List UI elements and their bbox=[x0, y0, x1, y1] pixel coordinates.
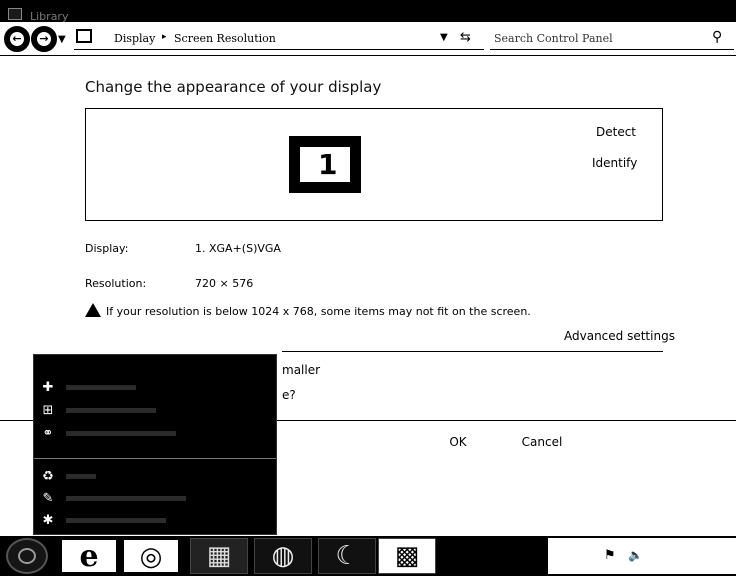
taskbar: e ◎ ▦ ◍ ☾ ▩ ⚑ 🔈 bbox=[0, 536, 736, 576]
forward-arrow-icon: → bbox=[39, 32, 49, 45]
detect-button[interactable]: Detect bbox=[596, 125, 636, 139]
breadcrumb-screen-resolution[interactable]: Screen Resolution bbox=[174, 32, 276, 45]
display-label: Display: bbox=[85, 242, 129, 255]
address-dropdown-chevron-down-icon[interactable]: ▼ bbox=[440, 32, 448, 43]
start-button[interactable] bbox=[6, 538, 48, 574]
divider bbox=[282, 351, 663, 352]
start-menu-item[interactable]: ⊞ bbox=[38, 400, 274, 422]
network-icon: ⚭ bbox=[42, 426, 54, 441]
advanced-settings-link[interactable]: Advanced settings bbox=[564, 329, 675, 343]
start-menu-item[interactable]: ✱ bbox=[38, 510, 274, 532]
system-tray: ⚑ 🔈 bbox=[548, 538, 736, 574]
address-bar[interactable]: Display ▸ Screen Resolution ▼ ⇆ bbox=[74, 26, 484, 50]
search-icon[interactable]: ⚲ bbox=[712, 29, 722, 45]
back-button[interactable]: ← bbox=[4, 26, 30, 52]
taskbar-app[interactable]: ◍ bbox=[254, 538, 312, 574]
control-panel-icon: ▩ bbox=[394, 541, 420, 571]
start-menu: ✚ ⊞ ⚭ ♻ ✎ ✱ bbox=[33, 354, 277, 535]
speaker-icon[interactable]: 🔈 bbox=[628, 548, 643, 562]
start-menu-item[interactable]: ♻ bbox=[38, 466, 274, 488]
windows-logo-icon bbox=[18, 548, 36, 564]
refresh-icon[interactable]: ⇆ bbox=[460, 30, 471, 45]
start-menu-divider bbox=[34, 458, 276, 459]
resolution-warning: If your resolution is below 1024 x 768, … bbox=[85, 301, 531, 318]
taskbar-moon-app[interactable]: ☾ bbox=[318, 538, 376, 574]
title-bar: Library bbox=[0, 0, 736, 23]
control-panel-icon bbox=[76, 29, 92, 43]
breadcrumb-display[interactable]: Display bbox=[114, 32, 155, 45]
explorer-icon: ▦ bbox=[206, 541, 232, 571]
tools-icon: ✎ bbox=[42, 491, 54, 506]
recycle-icon: ♻ bbox=[42, 469, 54, 484]
taskbar-media-player[interactable]: ◎ bbox=[122, 538, 180, 574]
settings-help-link[interactable]: e? bbox=[282, 388, 296, 402]
monitor-panel: 1 Detect Identify bbox=[85, 108, 663, 221]
recent-pages-chevron-down-icon[interactable]: ▼ bbox=[58, 34, 66, 45]
display-select[interactable]: 1. XGA+(S)VGA bbox=[195, 242, 281, 255]
cancel-button[interactable]: Cancel bbox=[514, 432, 570, 452]
text-size-link[interactable]: maller bbox=[282, 363, 320, 377]
monitor-number: 1 bbox=[318, 148, 338, 181]
resolution-select[interactable]: 720 × 576 bbox=[195, 277, 253, 290]
start-menu-item[interactable]: ⚭ bbox=[38, 423, 274, 445]
ok-button[interactable]: OK bbox=[440, 432, 476, 452]
library-icon bbox=[8, 8, 22, 20]
taskbar-internet-explorer[interactable]: e bbox=[60, 538, 118, 574]
start-menu-item[interactable]: ✚ bbox=[38, 377, 274, 399]
media-player-icon: ◎ bbox=[139, 542, 163, 572]
app-icon: ◍ bbox=[271, 541, 295, 571]
taskbar-explorer[interactable]: ▦ bbox=[190, 538, 248, 574]
internet-explorer-icon: e bbox=[79, 539, 99, 574]
breadcrumb-separator-icon[interactable]: ▸ bbox=[162, 32, 167, 42]
forward-button[interactable]: → bbox=[31, 26, 57, 52]
add-icon: ✚ bbox=[42, 380, 54, 395]
identify-button[interactable]: Identify bbox=[592, 156, 637, 170]
settings-icon: ✱ bbox=[42, 513, 54, 528]
warning-text: If your resolution is below 1024 x 768, … bbox=[106, 305, 531, 318]
search-box[interactable]: ⚲ bbox=[490, 26, 734, 50]
back-arrow-icon: ← bbox=[12, 32, 22, 45]
taskbar-control-panel[interactable]: ▩ bbox=[378, 538, 436, 574]
start-menu-item[interactable]: ✎ bbox=[38, 488, 274, 510]
flag-icon[interactable]: ⚑ bbox=[604, 548, 616, 563]
moon-icon: ☾ bbox=[335, 541, 359, 571]
window-icon: ⊞ bbox=[42, 403, 54, 418]
resolution-label: Resolution: bbox=[85, 277, 147, 290]
search-input[interactable] bbox=[494, 30, 704, 46]
warning-icon bbox=[85, 303, 101, 317]
monitor-icon[interactable]: 1 bbox=[289, 136, 361, 193]
page-title: Change the appearance of your display bbox=[85, 78, 382, 96]
navigation-bar: ← → ▼ Display ▸ Screen Resolution ▼ ⇆ ⚲ bbox=[0, 22, 736, 56]
